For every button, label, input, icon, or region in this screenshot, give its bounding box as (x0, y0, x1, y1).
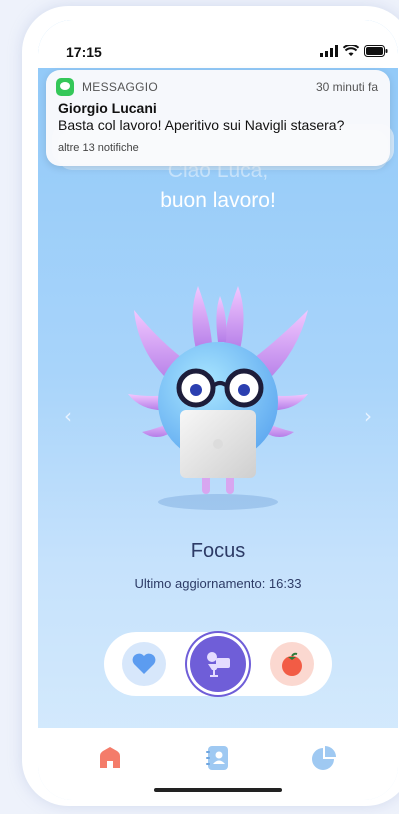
mood-focus-button[interactable] (190, 636, 246, 692)
notification-app-name: MESSAGGIO (82, 80, 159, 94)
notification-sender: Giorgio Lucani (58, 100, 157, 116)
mood-title: Focus (190, 540, 246, 562)
status-bar: 17:15 (38, 20, 398, 68)
tomato-icon (282, 652, 302, 676)
carousel-next-arrow[interactable]: › (364, 404, 372, 428)
last-updated-text: Ultimo aggiornamento: 16:33 (134, 576, 302, 591)
home-icon (100, 747, 120, 768)
focus-icon (207, 652, 230, 677)
status-time: 17:15 (66, 44, 102, 60)
tab-stats[interactable] (308, 742, 340, 774)
mood-selector (104, 632, 332, 696)
messages-app-icon (56, 78, 74, 96)
phone-frame: 17:15 Ciao Luca, buon lavoro! MESSAGGIO … (22, 6, 399, 806)
home-indicator (154, 788, 282, 792)
wifi-icon (343, 45, 359, 56)
status-icons (320, 45, 388, 57)
greeting-subtitle: buon lavoro! (160, 189, 276, 212)
notification-time: 30 minuti fa (315, 80, 378, 94)
mascot-illustration (128, 286, 308, 510)
app-screen: 17:15 Ciao Luca, buon lavoro! MESSAGGIO … (38, 20, 398, 800)
signal-icon (320, 45, 338, 57)
notification-banner[interactable]: MESSAGGIO 30 minuti fa Giorgio Lucani Ba… (46, 70, 390, 166)
notification-message: Basta col lavoro! Aperitivo sui Navigli … (58, 117, 345, 133)
bottom-tab-bar (38, 728, 398, 800)
tab-contacts[interactable] (202, 742, 234, 774)
carousel-prev-arrow[interactable]: ‹ (64, 404, 72, 428)
pie-chart-icon (312, 746, 336, 770)
contacts-book-icon (206, 746, 228, 770)
tab-home[interactable] (94, 742, 126, 774)
notification-more-count[interactable]: altre 13 notifiche (58, 142, 139, 154)
battery-icon (364, 45, 388, 57)
heart-icon (132, 653, 156, 674)
mood-heart-button[interactable] (122, 642, 166, 686)
mood-tomato-button[interactable] (270, 642, 314, 686)
